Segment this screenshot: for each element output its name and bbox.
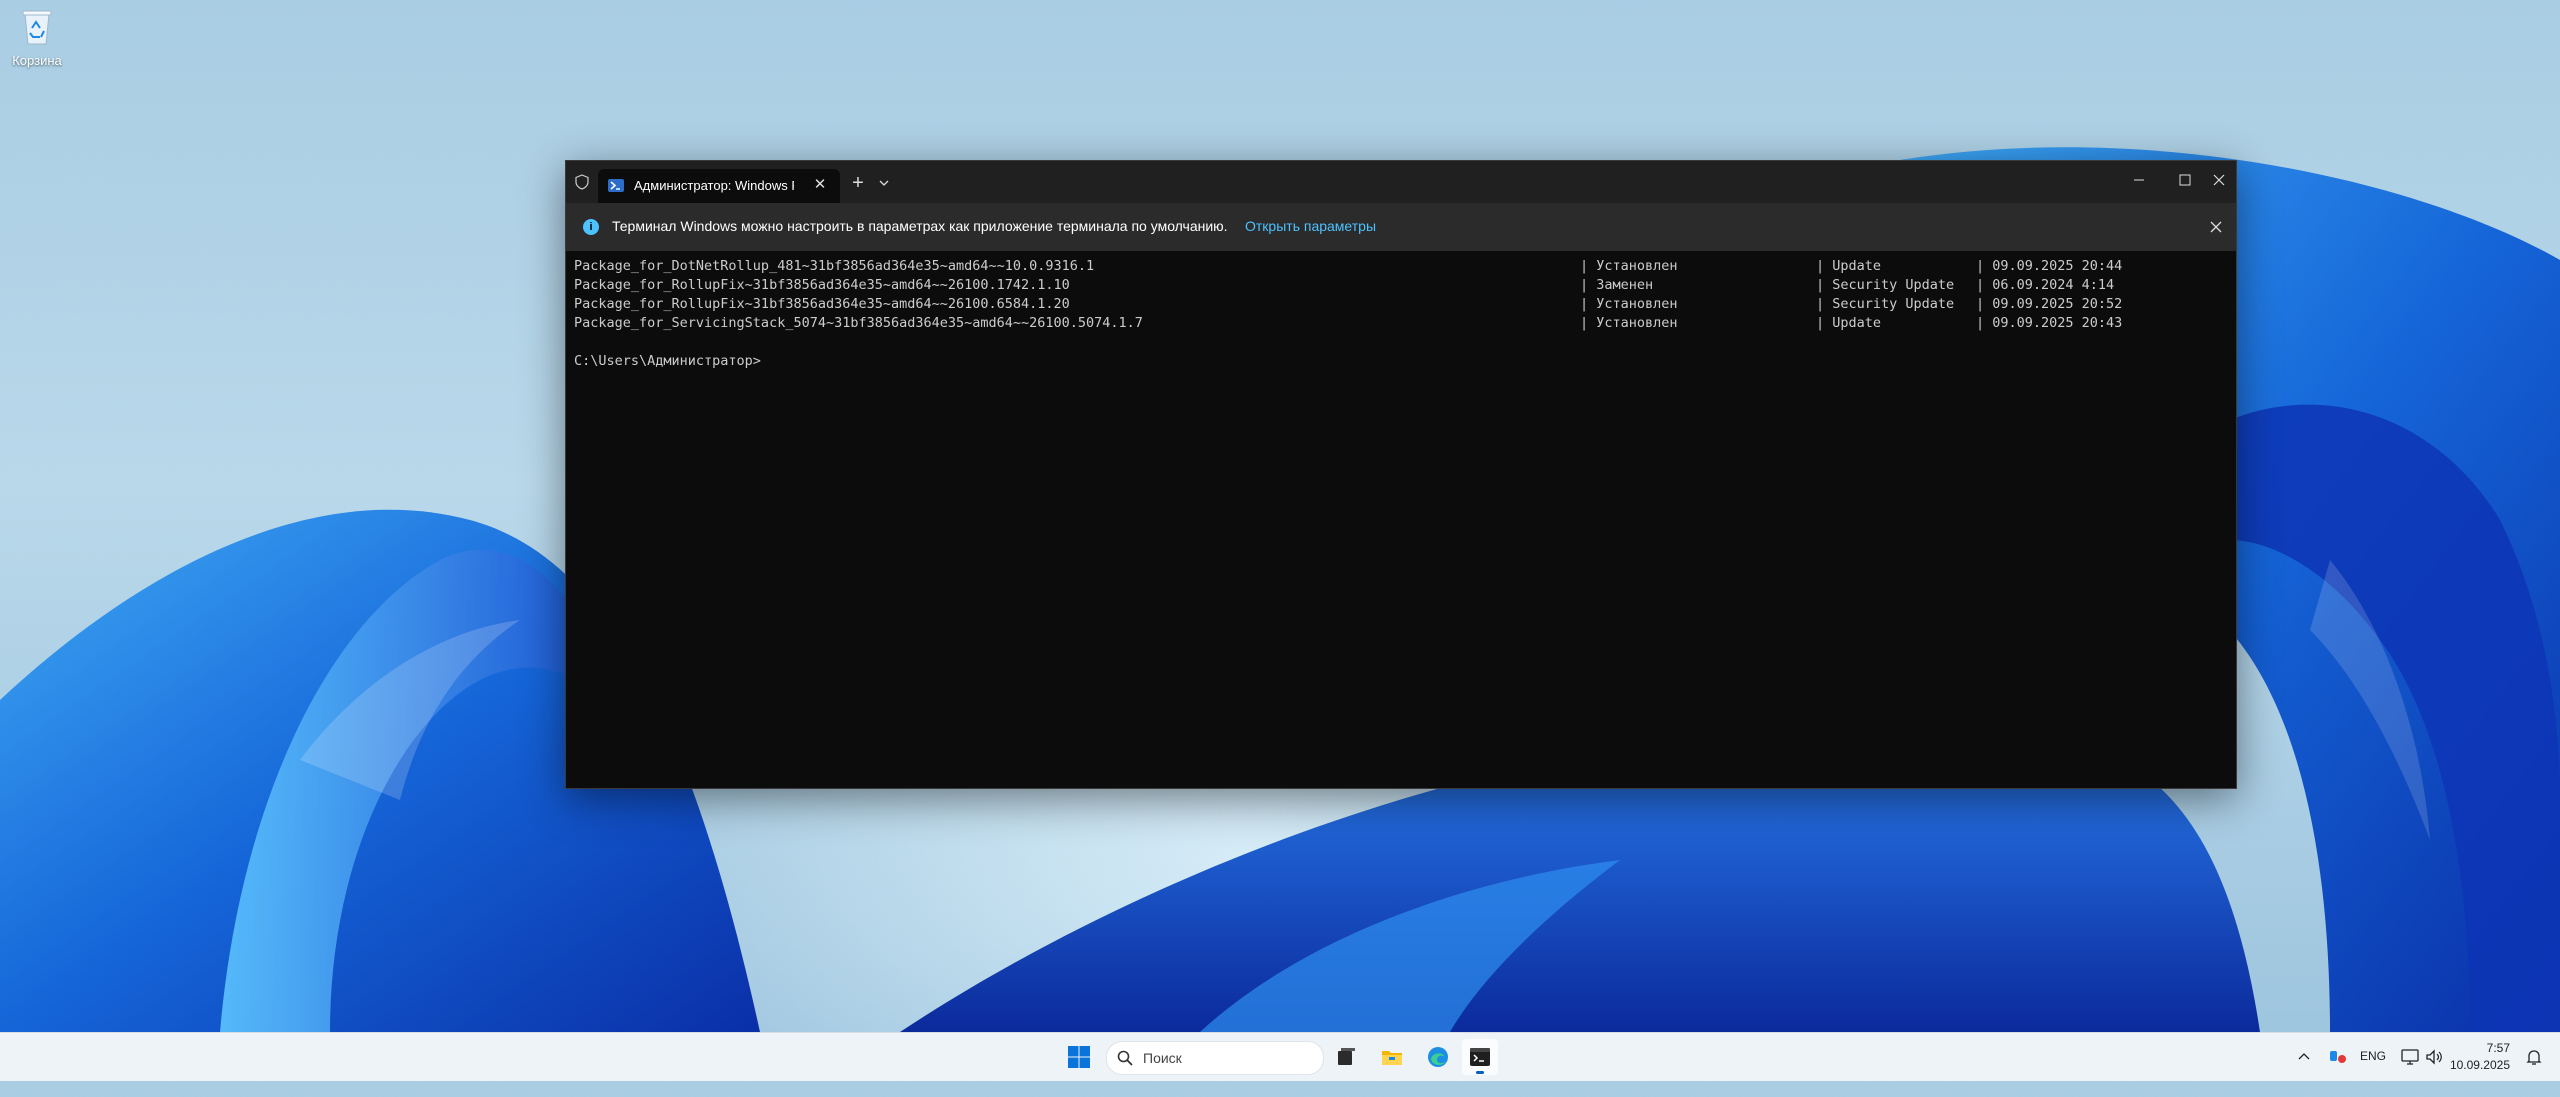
package-row: Package_for_DotNetRollup_481~31bf3856ad3… — [574, 257, 2228, 276]
package-name: Package_for_DotNetRollup_481~31bf3856ad3… — [574, 258, 1095, 274]
package-state: | Установлен — [1580, 258, 1678, 274]
tab-windows-powershell[interactable]: Администратор: Windows Po ✕ — [598, 169, 840, 203]
start-icon — [1068, 1046, 1090, 1068]
active-indicator — [1476, 1071, 1484, 1074]
task-view-button[interactable] — [1328, 1039, 1364, 1075]
notifications-icon[interactable] — [2524, 1047, 2544, 1067]
chevron-down-icon[interactable] — [876, 175, 892, 191]
package-row: Package_for_RollupFix~31bf3856ad364e35~a… — [574, 295, 2228, 314]
security-tray-icon[interactable] — [2328, 1047, 2348, 1067]
clock-time: 7:57 — [2486, 1041, 2510, 1055]
package-date: | 06.09.2024 4:14 — [1976, 277, 2115, 293]
package-row: Package_for_ServicingStack_5074~31bf3856… — [574, 314, 2228, 333]
recycle-bin-label: Корзина — [12, 53, 62, 68]
minimize-icon — [2134, 179, 2144, 181]
command-prompt[interactable]: C:\Users\Администратор> — [574, 352, 2228, 371]
package-date: | 09.09.2025 20:43 — [1976, 315, 2123, 331]
console-output[interactable]: Package_for_DotNetRollup_481~31bf3856ad3… — [574, 257, 2228, 777]
new-tab-button[interactable]: + — [848, 173, 868, 194]
info-icon: i — [583, 219, 599, 235]
task-view-icon — [1338, 1048, 1355, 1065]
powershell-icon — [608, 179, 624, 192]
package-state: | Установлен — [1580, 296, 1678, 312]
terminal-taskbar-button[interactable] — [1462, 1039, 1498, 1075]
start-button[interactable] — [1061, 1039, 1097, 1075]
taskbar: Поиск ENG 7:57 10.09.2025 — [0, 1032, 2560, 1081]
open-settings-link[interactable]: Открыть параметры — [1245, 218, 1376, 234]
package-type: | Security Update — [1816, 296, 1955, 312]
recycle-bin-icon — [22, 10, 52, 45]
package-type: | Update — [1816, 315, 1882, 331]
edge-icon — [1428, 1047, 1448, 1067]
file-explorer-icon — [1382, 1051, 1402, 1065]
search-placeholder: Поиск — [1143, 1050, 1182, 1066]
package-type: | Update — [1816, 258, 1882, 274]
terminal-window[interactable]: Администратор: Windows Po ✕ + i Терминал… — [565, 160, 2237, 789]
admin-shield-icon — [575, 174, 589, 190]
package-name: Package_for_ServicingStack_5074~31bf3856… — [574, 315, 1143, 331]
chevron-up-icon[interactable] — [2296, 1049, 2312, 1065]
maximize-button[interactable] — [2165, 165, 2205, 195]
taskbar-search[interactable]: Поиск — [1106, 1041, 1324, 1075]
package-type: | Security Update — [1816, 277, 1955, 293]
package-name: Package_for_RollupFix~31bf3856ad364e35~a… — [574, 277, 1070, 293]
network-icon[interactable] — [2400, 1047, 2420, 1067]
recycle-bin-shortcut[interactable]: Корзина — [6, 6, 68, 68]
terminal-icon — [1470, 1048, 1490, 1066]
package-name: Package_for_RollupFix~31bf3856ad364e35~a… — [574, 296, 1070, 312]
infobar-message: Терминал Windows можно настроить в парам… — [612, 218, 1228, 234]
package-state: | Установлен — [1580, 315, 1678, 331]
tab-title: Администратор: Windows Po — [634, 178, 794, 193]
clock[interactable]: 7:57 10.09.2025 — [2440, 1040, 2510, 1074]
search-icon — [1117, 1050, 1133, 1066]
language-indicator[interactable]: ENG — [2360, 1049, 2386, 1097]
package-date: | 09.09.2025 20:44 — [1976, 258, 2123, 274]
dismiss-infobar-button[interactable] — [2206, 217, 2226, 237]
package-date: | 09.09.2025 20:52 — [1976, 296, 2123, 312]
edge-button[interactable] — [1420, 1039, 1456, 1075]
title-bar[interactable]: Администратор: Windows Po ✕ + — [566, 161, 2236, 203]
close-tab-button[interactable]: ✕ — [810, 175, 830, 195]
package-state: | Заменен — [1580, 277, 1654, 293]
close-window-button[interactable] — [2211, 165, 2236, 195]
default-terminal-infobar: i Терминал Windows можно настроить в пар… — [566, 203, 2236, 251]
clock-date: 10.09.2025 — [2449, 1058, 2510, 1072]
maximize-icon — [2179, 174, 2191, 186]
package-row: Package_for_RollupFix~31bf3856ad364e35~a… — [574, 276, 2228, 295]
close-icon — [2213, 174, 2225, 186]
file-explorer-button[interactable] — [1374, 1039, 1410, 1075]
minimize-button[interactable] — [2119, 165, 2159, 195]
